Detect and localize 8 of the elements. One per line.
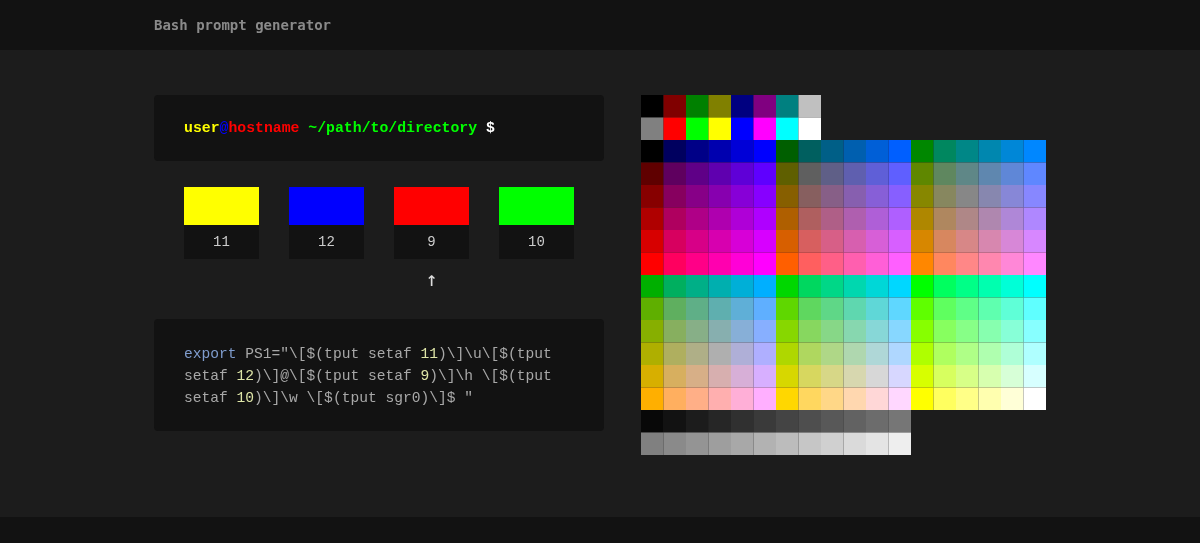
prompt-preview: user@hostname ~/path/to/directory $ xyxy=(154,95,604,161)
selection-arrow: ↑ xyxy=(425,269,438,289)
site-title: Bash prompt generator xyxy=(154,17,331,33)
color-code: 10 xyxy=(499,225,574,259)
color-code: 9 xyxy=(394,225,469,259)
color-code: 12 xyxy=(289,225,364,259)
color-code: 11 xyxy=(184,225,259,259)
ps1-code: export PS1="\[$(tput setaf 11)\]\u\[$(tput setaf 12)\]@\[$(tput setaf 9)\]\h \[$(tput setaf 10)\]\w \[$(tput sgr0)\]$ " xyxy=(184,345,553,408)
